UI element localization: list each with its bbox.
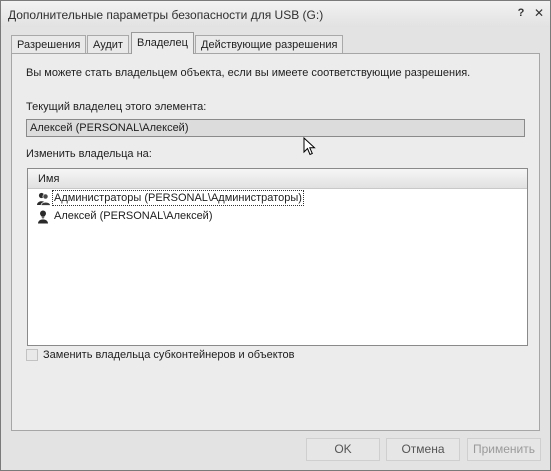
ok-button[interactable]: OK — [306, 438, 380, 461]
current-owner-field: Алексей (PERSONAL\Алексей) — [26, 119, 525, 137]
window-title: Дополнительные параметры безопасности дл… — [8, 8, 324, 22]
list-item-label: Алексей (PERSONAL\Алексей) — [54, 210, 213, 222]
close-button[interactable]: ✕ — [532, 6, 546, 20]
title-bar[interactable]: Дополнительные параметры безопасности дл… — [1, 1, 550, 27]
tab-permissions[interactable]: Разрешения — [11, 35, 87, 53]
user-icon — [38, 210, 48, 224]
cancel-button[interactable]: Отмена — [386, 438, 460, 461]
change-owner-label: Изменить владельца на: — [26, 148, 152, 160]
list-column-header[interactable]: Имя — [28, 169, 527, 189]
replace-owner-label[interactable]: Заменить владельца субконтейнеров и объе… — [43, 349, 295, 361]
column-name-label: Имя — [38, 173, 60, 185]
tab-audit[interactable]: Аудит — [87, 35, 129, 53]
info-text: Вы можете стать владельцем объекта, если… — [26, 67, 471, 79]
list-item-alexey[interactable]: Алексей (PERSONAL\Алексей) — [28, 208, 527, 225]
dialog-window: Дополнительные параметры безопасности дл… — [0, 0, 551, 471]
current-owner-label: Текущий владелец этого элемента: — [26, 101, 207, 113]
mouse-cursor-icon — [303, 137, 316, 156]
tab-effective-permissions[interactable]: Действующие разрешения — [195, 35, 344, 53]
help-button[interactable]: ? — [514, 6, 528, 20]
owner-candidates-list[interactable]: Имя Администраторы (PERSONAL\Администрат… — [27, 168, 528, 346]
list-item-administrators[interactable]: Администраторы (PERSONAL\Администраторы) — [28, 190, 527, 207]
replace-owner-checkbox[interactable] — [26, 349, 38, 361]
apply-button[interactable]: Применить — [467, 438, 541, 461]
list-item-label: Администраторы (PERSONAL\Администраторы) — [52, 190, 304, 206]
tab-owner[interactable]: Владелец — [131, 32, 194, 54]
owner-tab-panel: Вы можете стать владельцем объекта, если… — [11, 53, 540, 431]
user-group-icon — [37, 192, 51, 206]
